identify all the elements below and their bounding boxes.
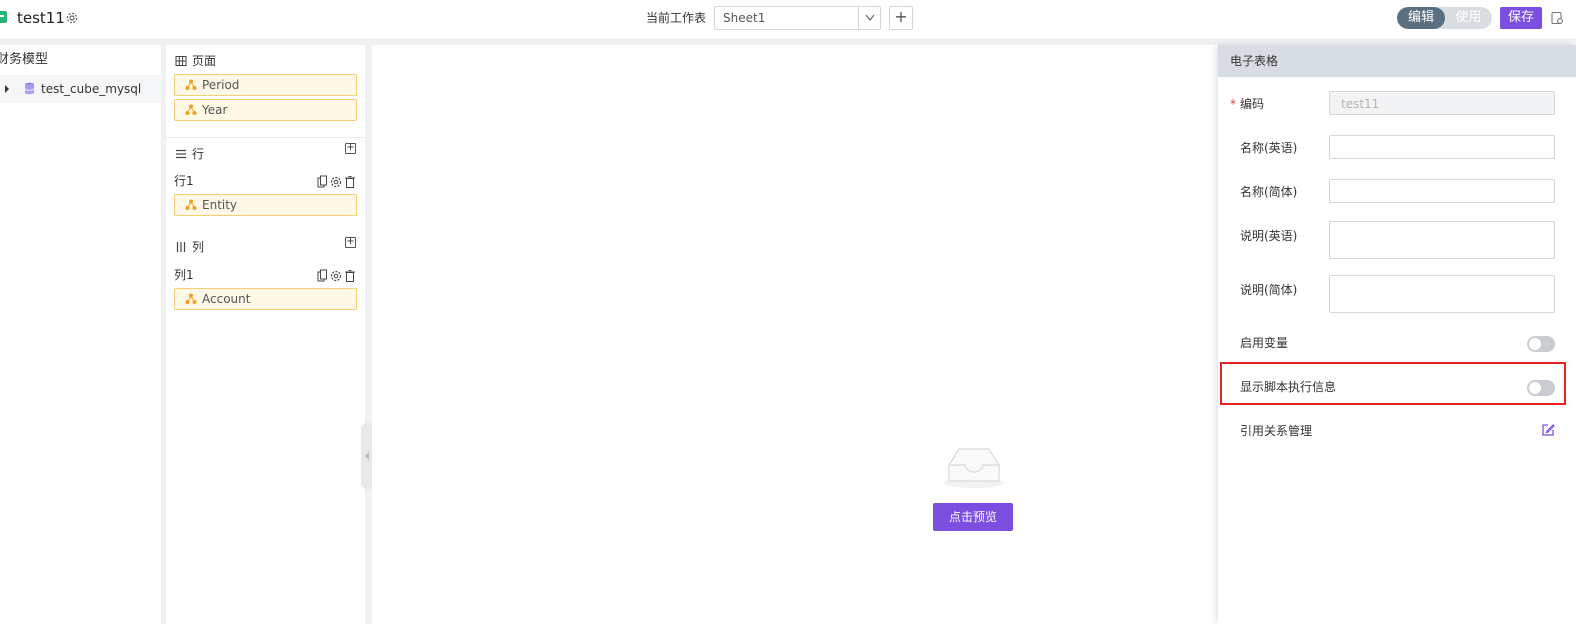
column-dimension-chip[interactable]: Account [174, 288, 357, 310]
app-icon [0, 11, 7, 23]
empty-inbox-icon [944, 448, 1004, 488]
chip-label: Period [202, 78, 240, 92]
save-button[interactable]: 保存 [1500, 7, 1542, 29]
hierarchy-icon [185, 293, 197, 304]
row-group-tools[interactable] [317, 175, 357, 189]
code-label: 编码 [1240, 97, 1265, 111]
hierarchy-icon [185, 199, 197, 210]
hierarchy-icon [185, 79, 197, 90]
required-mark: * [1230, 97, 1236, 111]
name-en-label: 名称(英语) [1240, 141, 1298, 155]
tree-item-label: test_cube_mysql [41, 82, 142, 96]
page-dimension-chip[interactable]: Year [174, 99, 357, 121]
trash-icon [345, 176, 355, 188]
rows-section-title: 行 [192, 147, 205, 161]
model-tree-panel: 财务模型 test_cube_mysql [0, 45, 161, 624]
chip-label: Year [202, 103, 228, 117]
grid-icon [175, 56, 187, 66]
preview-button[interactable]: 点击预览 [933, 503, 1013, 531]
desc-cn-label: 说明(简体) [1240, 283, 1298, 297]
enable-variable-label: 启用变量 [1240, 336, 1289, 350]
top-separator [0, 38, 1576, 45]
section-divider [166, 137, 365, 138]
name-cn-field[interactable] [1329, 179, 1555, 203]
code-field-value: test11 [1341, 97, 1380, 111]
mode-edit-option[interactable]: 编辑 [1397, 7, 1445, 29]
properties-panel: 电子表格 * 编码 test11 名称(英语) 名称(简体) 说明(英语) 说明… [1218, 45, 1576, 624]
hierarchy-icon [185, 104, 197, 115]
copy-icon [317, 269, 327, 282]
column-group-label: 列1 [174, 268, 194, 282]
add-worksheet-button[interactable]: + [889, 6, 913, 30]
desc-en-field[interactable] [1329, 221, 1555, 259]
top-bar: test11 当前工作表 Sheet1 + 编辑 使用 保存 [0, 0, 1576, 38]
expand-caret-icon[interactable] [5, 85, 9, 93]
tree-heading: 财务模型 [0, 52, 49, 67]
desc-cn-field[interactable] [1329, 275, 1555, 313]
page-section-title: 页面 [192, 54, 217, 68]
desc-en-label: 说明(英语) [1240, 229, 1298, 243]
settings-gear-icon[interactable] [65, 11, 79, 25]
column-group-tools[interactable] [317, 269, 357, 283]
rows-icon [176, 149, 186, 159]
layout-config-panel: 页面 Period Year 行 + 行1 Entity 列 + 列1 Acco… [166, 45, 365, 624]
mode-toggle[interactable]: 编辑 使用 [1397, 7, 1492, 29]
row-group-label: 行1 [174, 174, 194, 188]
edit-icon[interactable] [1541, 423, 1555, 437]
add-column-group-button[interactable]: + [345, 237, 356, 248]
database-icon [24, 82, 35, 95]
document-settings-icon[interactable] [1550, 11, 1564, 25]
columns-section-title: 列 [192, 240, 205, 254]
chevron-down-icon[interactable] [864, 13, 876, 23]
worksheet-label: 当前工作表 [646, 11, 707, 25]
row-dimension-chip[interactable]: Entity [174, 194, 357, 216]
chip-label: Entity [202, 198, 238, 212]
gear-icon [330, 270, 342, 282]
add-row-group-button[interactable]: + [345, 143, 356, 154]
copy-icon [317, 175, 327, 188]
mode-use-option[interactable]: 使用 [1445, 7, 1492, 29]
preview-canvas: 点击预览 [372, 45, 1218, 624]
columns-icon [176, 242, 186, 252]
worksheet-select-separator [858, 7, 859, 29]
document-title: test11 [17, 9, 65, 27]
show-script-info-switch[interactable] [1527, 380, 1555, 396]
chip-label: Account [202, 292, 251, 306]
reference-manage-label: 引用关系管理 [1240, 424, 1313, 438]
page-dimension-chip[interactable]: Period [174, 74, 357, 96]
trash-icon [345, 270, 355, 282]
code-field: test11 [1329, 91, 1555, 115]
gear-icon [330, 176, 342, 188]
show-script-info-label: 显示脚本执行信息 [1240, 380, 1337, 394]
enable-variable-switch[interactable] [1527, 336, 1555, 352]
config-panel-divider [365, 45, 372, 624]
name-cn-label: 名称(简体) [1240, 185, 1298, 199]
worksheet-select[interactable]: Sheet1 [714, 6, 881, 30]
tree-item-test-cube-mysql[interactable]: test_cube_mysql [0, 75, 161, 103]
worksheet-select-value: Sheet1 [723, 11, 766, 25]
properties-header: 电子表格 [1218, 45, 1576, 77]
name-en-field[interactable] [1329, 135, 1555, 159]
properties-title: 电子表格 [1230, 54, 1279, 68]
